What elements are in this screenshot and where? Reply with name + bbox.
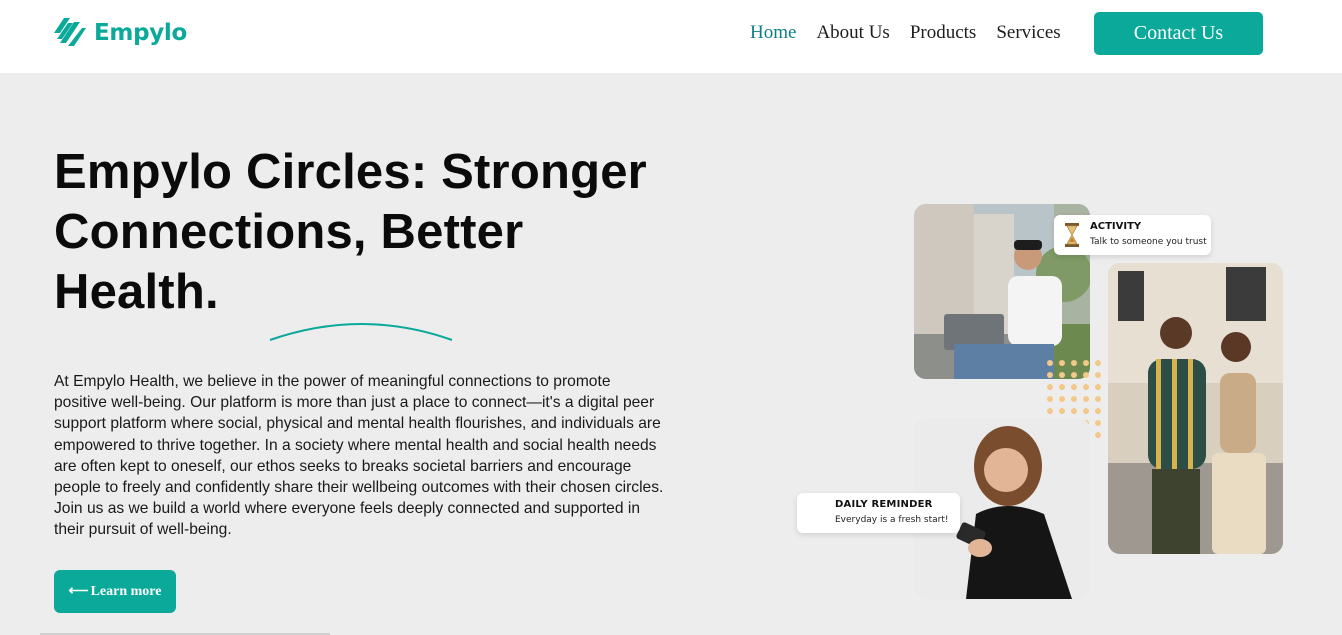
learn-more-label: Learn more bbox=[90, 583, 162, 599]
reminder-card-subtitle: Everyday is a fresh start! bbox=[835, 515, 949, 525]
activity-card-subtitle: Talk to someone you trust bbox=[1090, 237, 1207, 247]
main-nav: Home About Us Products Services bbox=[750, 22, 1081, 44]
stripes-logo-icon bbox=[54, 18, 86, 46]
nav-services[interactable]: Services bbox=[996, 22, 1060, 44]
site-header: Empylo Home About Us Products Services C… bbox=[0, 0, 1342, 73]
contact-us-button[interactable]: Contact Us bbox=[1094, 12, 1263, 55]
brand-logo[interactable]: Empylo bbox=[54, 17, 187, 49]
reminder-card-title: DAILY REMINDER bbox=[835, 499, 933, 510]
daily-reminder-card: DAILY REMINDER Everyday is a fresh start… bbox=[797, 493, 960, 533]
learn-more-button[interactable]: ⟵ Learn more bbox=[54, 570, 176, 613]
laughing-couple-photo bbox=[1108, 263, 1283, 554]
title-underline-swoosh bbox=[269, 323, 453, 341]
activity-card-title: ACTIVITY bbox=[1090, 221, 1142, 232]
hourglass-icon bbox=[1065, 223, 1079, 247]
hero-description: At Empylo Health, we believe in the powe… bbox=[54, 373, 664, 539]
arrow-left-icon: ⟵ bbox=[68, 584, 89, 599]
nav-home[interactable]: Home bbox=[750, 22, 796, 44]
brand-name: Empylo bbox=[94, 20, 188, 46]
activity-card: ACTIVITY Talk to someone you trust bbox=[1054, 215, 1211, 255]
nav-products[interactable]: Products bbox=[910, 22, 977, 44]
hero-title: Empylo Circles: Stronger Connections, Be… bbox=[54, 145, 647, 319]
nav-about-us[interactable]: About Us bbox=[816, 22, 889, 44]
